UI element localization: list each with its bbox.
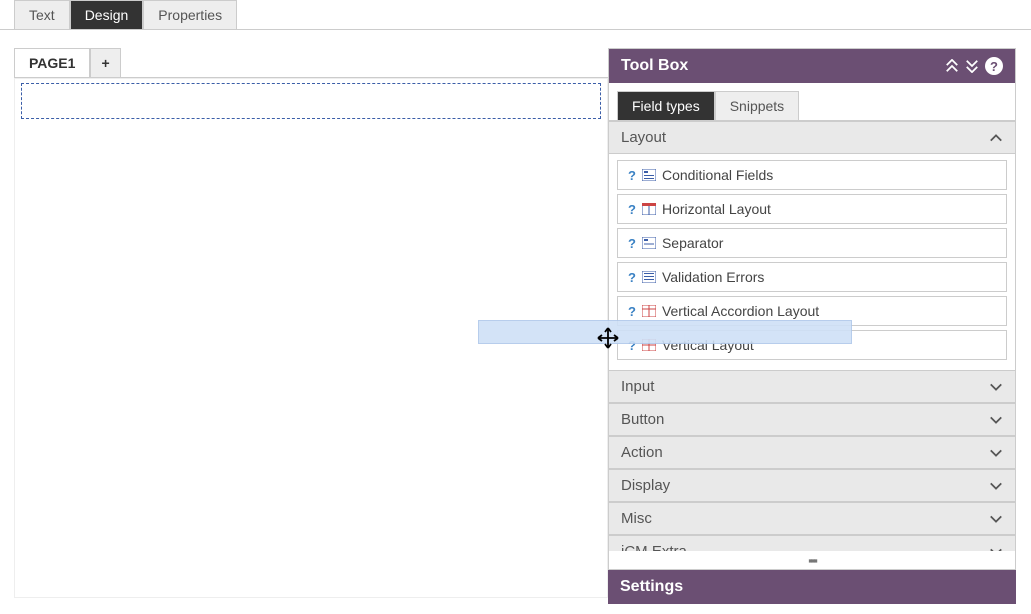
chevron-up-icon xyxy=(989,131,1003,145)
category-label: iCM Extra xyxy=(621,543,687,551)
toolbox-tabs: Field types Snippets xyxy=(609,83,1015,121)
category-button[interactable]: Button xyxy=(609,403,1015,436)
splitter-dots-icon: ▪▪▪ xyxy=(808,553,816,568)
category-display[interactable]: Display xyxy=(609,469,1015,502)
category-label: Display xyxy=(621,477,670,494)
help-icon[interactable]: ? xyxy=(628,236,636,251)
category-label: Action xyxy=(621,444,663,461)
category-action[interactable]: Action xyxy=(609,436,1015,469)
settings-title: Settings xyxy=(620,578,683,595)
conditional-fields-icon xyxy=(642,169,656,181)
toolbox-body[interactable]: Layout ? Conditional Fields ? Horizontal… xyxy=(609,121,1015,551)
item-vertical-accordion-layout[interactable]: ? Vertical Accordion Layout xyxy=(617,296,1007,326)
item-validation-errors[interactable]: ? Validation Errors xyxy=(617,262,1007,292)
category-layout[interactable]: Layout xyxy=(609,121,1015,154)
toolbox-header: Tool Box ? xyxy=(609,49,1015,83)
panel-splitter[interactable]: ▪▪▪ xyxy=(609,551,1015,569)
editor-tabs: Text Design Properties xyxy=(0,0,1031,30)
vertical-layout-icon xyxy=(642,339,656,351)
item-label: Horizontal Layout xyxy=(662,201,771,217)
item-conditional-fields[interactable]: ? Conditional Fields xyxy=(617,160,1007,190)
item-label: Conditional Fields xyxy=(662,167,773,183)
help-icon[interactable]: ? xyxy=(985,57,1003,75)
category-misc[interactable]: Misc xyxy=(609,502,1015,535)
category-label: Button xyxy=(621,411,664,428)
item-label: Vertical Layout xyxy=(662,337,754,353)
chevron-down-icon xyxy=(989,413,1003,427)
item-label: Vertical Accordion Layout xyxy=(662,303,819,319)
drop-zone[interactable] xyxy=(21,83,601,119)
help-icon[interactable]: ? xyxy=(628,202,636,217)
page-tabs: PAGE1 + xyxy=(14,48,608,78)
tab-properties[interactable]: Properties xyxy=(143,0,237,29)
chevron-down-icon xyxy=(989,479,1003,493)
separator-icon xyxy=(642,237,656,249)
design-canvas[interactable] xyxy=(14,78,608,598)
category-input[interactable]: Input xyxy=(609,370,1015,403)
help-icon[interactable]: ? xyxy=(628,338,636,353)
expand-all-icon[interactable] xyxy=(945,59,959,73)
layout-items: ? Conditional Fields ? Horizontal Layout… xyxy=(609,154,1015,370)
tab-text[interactable]: Text xyxy=(14,0,70,29)
item-label: Validation Errors xyxy=(662,269,764,285)
item-vertical-layout[interactable]: ? Vertical Layout xyxy=(617,330,1007,360)
help-icon[interactable]: ? xyxy=(628,270,636,285)
item-label: Separator xyxy=(662,235,723,251)
page-tab-add[interactable]: + xyxy=(90,48,120,77)
chevron-down-icon xyxy=(989,380,1003,394)
tab-field-types[interactable]: Field types xyxy=(617,91,715,120)
horizontal-layout-icon xyxy=(642,203,656,215)
category-label: Input xyxy=(621,378,654,395)
vertical-accordion-icon xyxy=(642,305,656,317)
toolbox-panel: Tool Box ? Field types Snippets Layout xyxy=(608,48,1016,570)
chevron-down-icon xyxy=(989,545,1003,552)
help-icon[interactable]: ? xyxy=(628,304,636,319)
help-icon[interactable]: ? xyxy=(628,168,636,183)
tab-snippets[interactable]: Snippets xyxy=(715,91,799,120)
item-separator[interactable]: ? Separator xyxy=(617,228,1007,258)
page-tab-page1[interactable]: PAGE1 xyxy=(14,48,90,77)
settings-header[interactable]: Settings xyxy=(608,570,1016,604)
chevron-down-icon xyxy=(989,446,1003,460)
chevron-down-icon xyxy=(989,512,1003,526)
collapse-all-icon[interactable] xyxy=(965,59,979,73)
tab-design[interactable]: Design xyxy=(70,0,144,29)
category-label: Misc xyxy=(621,510,652,527)
validation-errors-icon xyxy=(642,271,656,283)
item-horizontal-layout[interactable]: ? Horizontal Layout xyxy=(617,194,1007,224)
category-icm-extra[interactable]: iCM Extra xyxy=(609,535,1015,551)
category-label: Layout xyxy=(621,129,666,146)
toolbox-title: Tool Box xyxy=(621,57,688,75)
